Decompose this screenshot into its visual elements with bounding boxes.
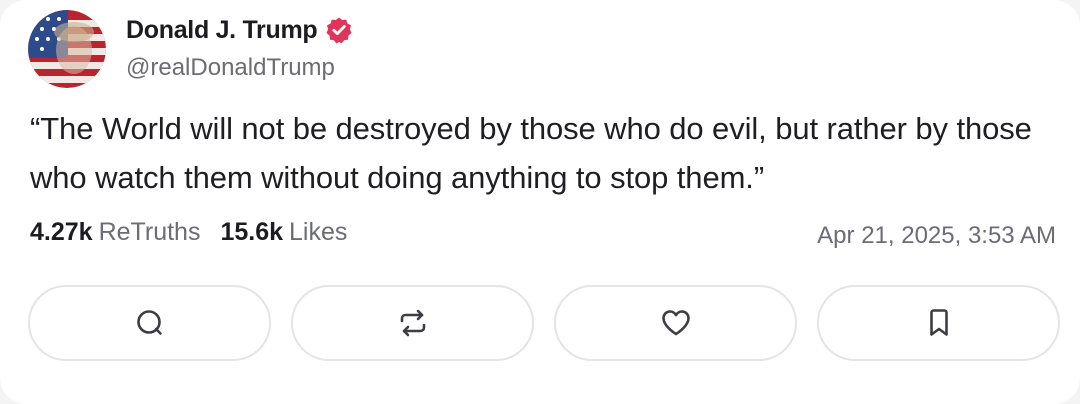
avatar[interactable] [28, 10, 106, 88]
bookmark-icon [929, 309, 948, 336]
post-stats: 4.27k ReTruths 15.6k Likes [30, 218, 347, 247]
comment-button[interactable] [28, 285, 271, 361]
comment-icon [136, 310, 162, 335]
action-bar [28, 285, 1060, 361]
retruths-stat[interactable]: 4.27k ReTruths [30, 218, 200, 247]
author-handle[interactable]: @realDonaldTrump [126, 54, 335, 82]
verified-badge-icon [325, 16, 353, 44]
likes-count: 15.6k [220, 218, 284, 246]
bookmark-button[interactable] [817, 285, 1060, 361]
likes-label: Likes [289, 218, 348, 246]
avatar-image [28, 10, 106, 88]
retruth-icon [400, 309, 425, 337]
retruths-label: ReTruths [98, 218, 201, 246]
author-name[interactable]: Donald J. Trump [126, 16, 318, 45]
post-card: Donald J. Trump @realDonaldTrump “The Wo… [0, 0, 1080, 404]
author-name-row: Donald J. Trump [126, 12, 353, 48]
retruth-button[interactable] [291, 285, 534, 361]
retruths-count: 4.27k [30, 218, 93, 246]
post-text: “The World will not be destroyed by thos… [30, 111, 1032, 195]
like-button[interactable] [554, 285, 797, 361]
likes-stat[interactable]: 15.6k Likes [220, 218, 347, 247]
post-timestamp[interactable]: Apr 21, 2025, 3:53 AM [817, 222, 1056, 250]
heart-icon [661, 310, 690, 336]
